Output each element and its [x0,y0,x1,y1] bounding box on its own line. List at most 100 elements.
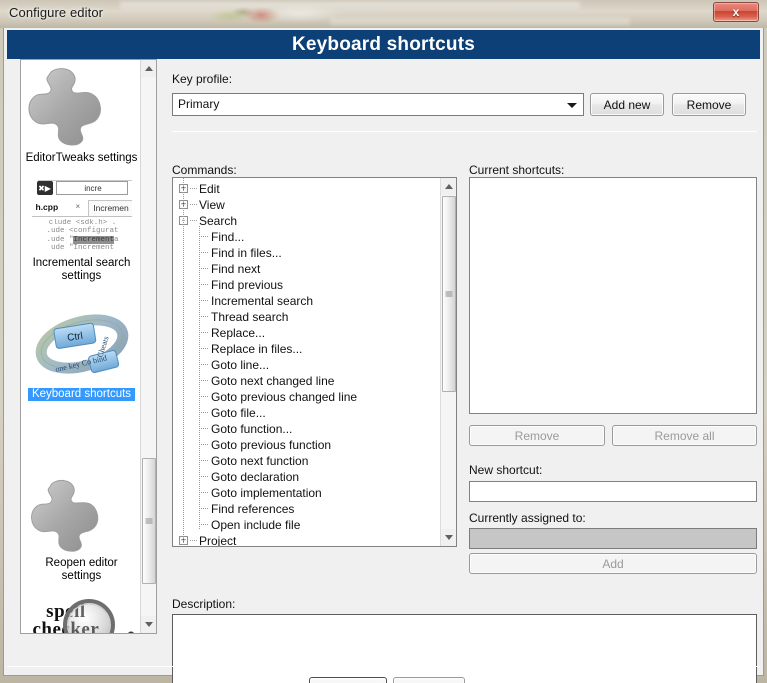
sidebar-item-label: Incremental search settings [32,257,131,282]
code-line-3: .ude "Incrementa [46,235,119,244]
page-title: Keyboard shortcuts [7,30,760,59]
tree-item[interactable]: Thread search [173,309,441,325]
tree-item-label: Find in files... [211,246,282,260]
scroll-down-icon[interactable] [441,529,456,546]
tree-item[interactable]: Goto function... [173,421,441,437]
tree-connector [199,428,208,429]
dialog-window: Configure editor x Keyboard shortcuts Ed… [0,0,767,683]
tree-connector [199,236,208,237]
tree-connector [199,284,208,285]
incr-tab-2: Incremen [87,200,132,216]
scrollbar-grip-icon [145,518,153,525]
tree-item[interactable]: Goto next changed line [173,373,441,389]
tree-item[interactable]: Find next [173,261,441,277]
sidebar-item-incremental-search[interactable]: ✖▶ incre h.cpp × Incremen clude <sdk.h> … [21,178,142,284]
commands-tree[interactable]: +Edit+View-SearchFind... Find in files...… [172,177,457,547]
description-textarea[interactable] [172,614,757,683]
remove-all-shortcuts-button[interactable]: Remove all [612,425,757,446]
close-button[interactable]: x [713,2,759,22]
tree-item[interactable]: Incremental search [173,293,441,309]
tree-item-label: Goto implementation [211,486,322,500]
tree-item[interactable]: +Project [173,533,441,546]
tree-item[interactable]: Find references [173,501,441,517]
scroll-down-icon[interactable] [141,616,156,633]
scroll-up-icon[interactable] [141,60,156,77]
incr-tab-close-icon: × [75,202,81,211]
tree-connector [190,220,197,221]
tree-connector [199,460,208,461]
sidebar-item-label: Keyboard shortcuts [21,384,142,402]
currently-assigned-label: Currently assigned to: [469,511,586,525]
tree-connector [199,444,208,445]
currently-assigned-value [469,528,757,549]
tree-connector [199,252,208,253]
tree-connector [199,476,208,477]
tree-connector [190,204,197,205]
sidebar-item-keyboard-shortcuts[interactable]: Ctrl one key Co bind Cheats Keyboard sho… [21,310,142,402]
tree-connector [199,380,208,381]
titlebar-glass-highlight [120,2,580,11]
tree-item[interactable]: Open include file [173,517,441,533]
tree-connector [190,540,197,541]
tree-item[interactable]: Goto file... [173,405,441,421]
sidebar-item-label: Reopen editor settings [45,557,118,582]
ok-button[interactable]: OK [309,677,387,683]
tree-item-label: Replace in files... [211,342,303,356]
dialog-client-area: Keyboard shortcuts EditorTweaks settings… [3,28,764,683]
tree-item[interactable]: -Search [173,213,441,229]
commands-tree-scrollbar[interactable] [440,178,456,546]
tree-item-label: Goto file... [211,406,266,420]
tree-item[interactable]: Find previous [173,277,441,293]
add-shortcut-button[interactable]: Add [469,553,757,574]
tree-item-label: Open include file [211,518,301,532]
incr-tab-strip: h.cpp × Incremen [31,200,132,217]
tree-item[interactable]: Goto previous function [173,437,441,453]
tree-item[interactable]: Replace in files... [173,341,441,357]
puzzle-piece-icon [21,478,142,554]
tree-connector [199,332,208,333]
tree-connector [199,348,208,349]
tree-connector [199,492,208,493]
section-divider [172,131,757,132]
scrollbar-grip-icon [445,291,453,298]
settings-page-list[interactable]: EditorTweaks settings ✖▶ incre h.cpp × I… [20,59,157,634]
tree-connector [199,524,208,525]
tree-connector [199,364,208,365]
remove-shortcut-button[interactable]: Remove [469,425,605,446]
tree-item[interactable]: Goto previous changed line [173,389,441,405]
tree-item[interactable]: Find... [173,229,441,245]
remove-profile-button[interactable]: Remove [672,93,746,116]
tree-item[interactable]: Goto line... [173,357,441,373]
key-profile-row: Primary Add new Remove [172,93,757,117]
sidebar-scrollbar[interactable] [140,60,156,633]
puzzle-piece-icon [21,66,142,148]
tree-item[interactable]: +View [173,197,441,213]
titlebar-glass-highlight-2 [330,18,630,25]
tree-connector [199,268,208,269]
key-profile-select[interactable]: Primary [172,93,584,116]
tree-connector [199,508,208,509]
tree-item[interactable]: +Edit [173,181,441,197]
chevron-down-icon [567,103,577,108]
tree-item-label: Search [199,214,238,228]
tree-item[interactable]: Goto next function [173,453,441,469]
tree-item[interactable]: Find in files... [173,245,441,261]
cancel-button[interactable]: Cancel [393,677,465,683]
sidebar-item-editortweaks[interactable]: EditorTweaks settings [21,66,142,166]
tree-item[interactable]: Goto declaration [173,469,441,485]
tree-connector [199,300,208,301]
tree-item-label: Goto previous function [211,438,332,452]
title-bar: Configure editor x [0,0,767,28]
tree-item-label: Find... [211,230,245,244]
sidebar-item-spell-checker[interactable]: spell checker [21,595,142,633]
commands-tree-scrollbar-thumb[interactable] [442,196,456,392]
sidebar-scrollbar-thumb[interactable] [142,458,156,584]
scroll-up-icon[interactable] [441,178,456,195]
tree-item[interactable]: Replace... [173,325,441,341]
sidebar-item-reopen-editor[interactable]: Reopen editor settings [21,478,142,584]
new-shortcut-input[interactable] [469,481,757,502]
add-new-profile-button[interactable]: Add new [590,93,664,116]
tree-item[interactable]: Goto implementation [173,485,441,501]
current-shortcuts-list[interactable] [469,177,757,414]
new-shortcut-label: New shortcut: [469,463,543,477]
